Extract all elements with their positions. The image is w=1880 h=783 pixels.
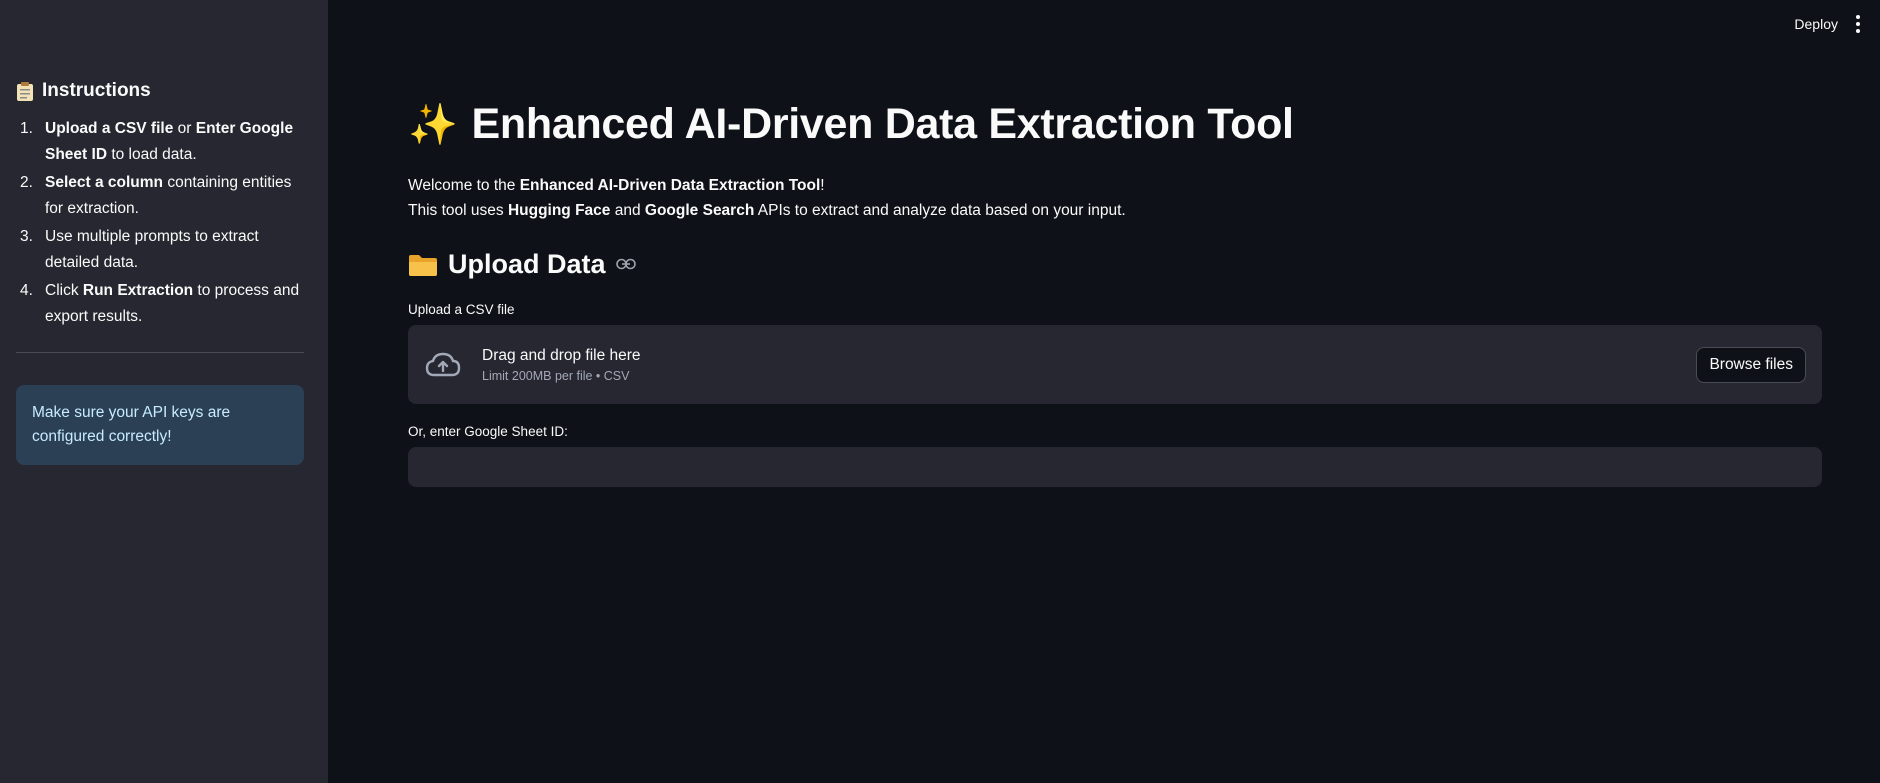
app-root: Instructions 1. Upload a CSV file or Ente… (0, 0, 1880, 783)
intro-line-2: This tool uses Hugging Face and Google S… (408, 198, 1880, 223)
page-title-text: Enhanced AI-Driven Data Extraction Tool (471, 100, 1294, 148)
browse-files-button[interactable]: Browse files (1696, 346, 1806, 383)
dropzone-text: Drag and drop file here Limit 200MB per … (482, 347, 1696, 383)
instructions-heading: Instructions (16, 80, 304, 102)
folder-icon (408, 253, 438, 277)
instruction-step: 4. Click Run Extraction to process and ex… (16, 278, 304, 330)
step-number: 4. (20, 282, 33, 299)
intro-text: Welcome to the (408, 177, 520, 194)
step-number: 2. (20, 174, 33, 191)
intro-text: This tool uses (408, 202, 508, 219)
intro-text: and (610, 202, 645, 219)
upload-data-heading: Upload Data (408, 249, 1880, 280)
instructions-heading-text: Instructions (42, 80, 151, 101)
intro-bold: Hugging Face (507, 202, 611, 219)
step-text: Click (45, 282, 83, 299)
instructions-list: 1. Upload a CSV file or Enter Google Shee… (16, 116, 304, 330)
more-menu-icon[interactable] (1856, 15, 1860, 33)
intro-text: ! (820, 177, 825, 194)
step-text: Use multiple prompts to extract detailed… (45, 228, 259, 271)
csv-upload-label: Upload a CSV file (408, 302, 515, 317)
intro-line-1: Welcome to the Enhanced AI-Driven Data E… (408, 173, 1880, 198)
file-dropzone[interactable]: Drag and drop file here Limit 200MB per … (408, 325, 1822, 404)
page-title: ✨ Enhanced AI-Driven Data Extraction Too… (408, 100, 1880, 149)
upload-data-heading-text: Upload Data (448, 249, 606, 279)
instruction-step: 3. Use multiple prompts to extract detail… (16, 224, 304, 276)
step-text: Select a column containing entities for … (45, 170, 304, 222)
instruction-step: 1. Upload a CSV file or Enter Google Shee… (16, 116, 304, 168)
instruction-step: 2. Select a column containing entities fo… (16, 170, 304, 222)
step-text: or (173, 120, 196, 137)
intro-text: APIs to extract and analyze data based o… (754, 202, 1126, 219)
sheet-id-label: Or, enter Google Sheet ID: (408, 424, 568, 439)
main-content: Deploy ✨ Enhanced AI-Driven Data Extract… (328, 0, 1880, 783)
step-text: Click Run Extraction to process and expo… (45, 278, 304, 330)
api-keys-info-text: Make sure your API keys are configured c… (32, 404, 231, 445)
sidebar: Instructions 1. Upload a CSV file or Ente… (0, 0, 328, 783)
step-bold: Upload a CSV file (45, 120, 174, 137)
sheet-id-input[interactable] (408, 447, 1822, 487)
deploy-button[interactable]: Deploy (1794, 16, 1838, 32)
api-keys-info-box: Make sure your API keys are configured c… (16, 385, 304, 465)
step-text: to load data. (107, 146, 197, 163)
intro-text: Welcome to the Enhanced AI-Driven Data E… (408, 173, 1880, 223)
sidebar-divider (16, 352, 304, 353)
step-bold: Run Extraction (82, 282, 194, 299)
sparkles-icon: ✨ (408, 103, 458, 147)
intro-bold: Enhanced AI-Driven Data Extraction Tool (519, 177, 821, 194)
step-bold: Select a column (45, 174, 164, 191)
top-toolbar: Deploy (1794, 0, 1880, 48)
step-text: Use multiple prompts to extract detailed… (45, 224, 304, 276)
step-text: Upload a CSV file or Enter Google Sheet … (45, 116, 304, 168)
intro-bold: Google Search (644, 202, 755, 219)
anchor-link-icon[interactable] (615, 254, 636, 275)
step-number: 1. (20, 120, 33, 137)
clipboard-icon (16, 81, 34, 102)
dropzone-limit: Limit 200MB per file • CSV (482, 368, 630, 383)
dropzone-title: Drag and drop file here (482, 346, 641, 364)
cloud-upload-icon (424, 350, 462, 380)
step-number: 3. (20, 228, 33, 245)
